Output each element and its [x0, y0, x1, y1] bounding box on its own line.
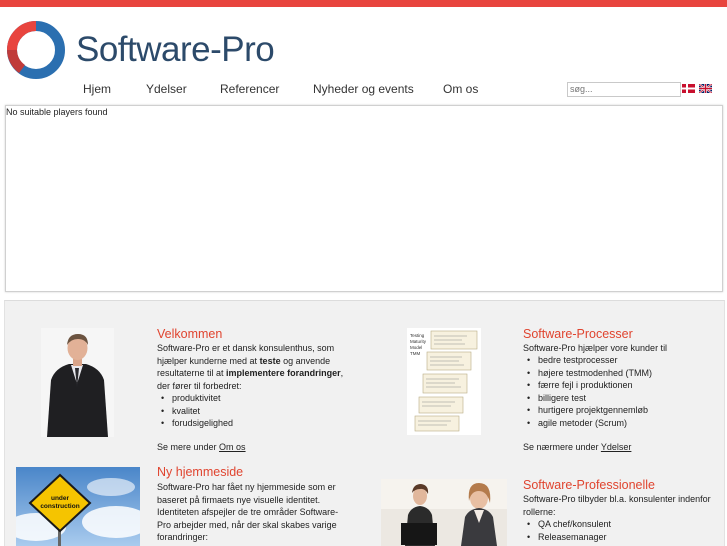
svg-text:Testing: Testing	[410, 333, 425, 338]
processer-title: Software-Processer	[523, 327, 633, 341]
list-item: produktivitet	[157, 392, 233, 405]
list-item: forudsigelighed	[157, 417, 233, 430]
svg-text:construction: construction	[40, 503, 79, 510]
svg-text:under: under	[51, 495, 70, 502]
list-item: hurtigere projektgennemløb	[523, 404, 652, 417]
list-item: QA chef/konsulent	[523, 518, 611, 531]
om-os-link[interactable]: Om os	[219, 442, 246, 452]
processer-list: bedre testprocesser højere testmodenhed …	[523, 354, 652, 430]
ydelser-link[interactable]: Ydelser	[601, 442, 632, 452]
list-item: færre fejl i produktionen	[523, 379, 652, 392]
list-item: Releasemanager	[523, 531, 611, 544]
velkommen-list: produktivitet kvalitet forudsigelighed	[157, 392, 233, 430]
hjemmeside-text: Software-Pro har fået ny hjemmeside som …	[157, 482, 339, 543]
search-input[interactable]	[567, 82, 681, 97]
uk-flag-icon[interactable]	[699, 84, 712, 93]
logo-icon[interactable]	[6, 20, 66, 80]
professionelle-title: Software-Professionelle	[523, 478, 656, 492]
danish-flag-icon[interactable]	[682, 84, 695, 93]
hjemmeside-title: Ny hjemmeside	[157, 465, 244, 479]
svg-text:Model: Model	[410, 345, 422, 350]
under-construction-image: under construction	[16, 467, 140, 546]
svg-text:TMM: TMM	[410, 351, 420, 356]
nav-item-ydelser[interactable]: Ydelser	[146, 82, 187, 96]
list-item: kvalitet	[157, 405, 233, 418]
professionelle-text: Software-Pro tilbyder bl.a. konsulenter …	[523, 494, 711, 517]
nav-item-referencer[interactable]: Referencer	[220, 82, 279, 96]
svg-text:Maturity: Maturity	[410, 339, 427, 344]
velkommen-more: Se mere under Om os	[157, 442, 246, 452]
nav-item-hjem[interactable]: Hjem	[83, 82, 111, 96]
brand-name: Software-Pro	[76, 30, 275, 69]
list-item: højere testmodenhed (TMM)	[523, 367, 652, 380]
nav-item-om-os[interactable]: Om os	[443, 82, 478, 96]
list-item: agile metoder (Scrum)	[523, 417, 652, 430]
list-item: billigere test	[523, 392, 652, 405]
player-message: No suitable players found	[6, 107, 108, 117]
person-photo	[41, 328, 114, 437]
tmm-diagram-image: Testing Maturity Model TMM	[407, 328, 481, 435]
content-panel: Velkommen Software-Pro er et dansk konsu…	[4, 300, 725, 546]
processer-intro: Software-Pro hjælper vore kunder til	[523, 343, 668, 353]
media-player-area[interactable]: No suitable players found	[5, 105, 723, 292]
nav-item-nyheder[interactable]: Nyheder og events	[313, 82, 414, 96]
professionelle-list: QA chef/konsulent Releasemanager	[523, 518, 611, 543]
velkommen-title: Velkommen	[157, 327, 223, 341]
velkommen-text: Software-Pro er et dansk konsulenthus, s…	[157, 343, 344, 391]
top-accent-bar	[0, 0, 727, 7]
list-item: bedre testprocesser	[523, 354, 652, 367]
processer-more: Se nærmere under Ydelser	[523, 442, 632, 452]
professionals-photo	[381, 479, 507, 546]
